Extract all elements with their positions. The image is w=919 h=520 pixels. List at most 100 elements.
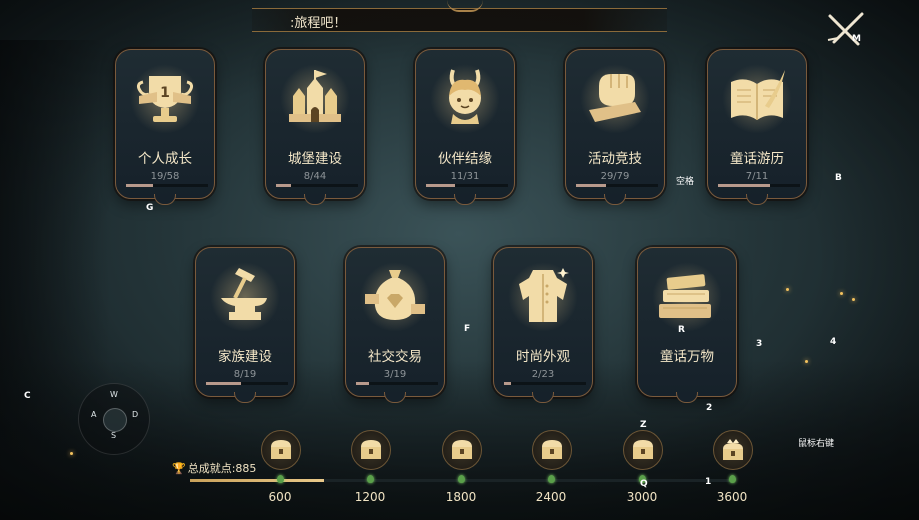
card-progress-fill (276, 184, 291, 187)
total-achievement-points: 🏆 总成就点:885 (172, 460, 256, 476)
card-progress-bar (576, 184, 658, 187)
hotkey-label: Z (640, 420, 647, 430)
firefly (852, 298, 855, 301)
close-hotkey: M (852, 34, 861, 44)
card-progress-fill (504, 382, 512, 385)
card-event-competition[interactable]: 活动竞技 29/79 (565, 49, 665, 205)
card-progress-fill (126, 184, 153, 187)
joystick-knob[interactable] (103, 408, 127, 432)
chest-icon (633, 440, 653, 459)
outfit-icon (519, 268, 569, 322)
milestone-label: 3600 (716, 490, 748, 504)
milestone-gem-icon (548, 475, 555, 483)
card-progress-count: 8/19 (233, 369, 257, 380)
card-social-trade[interactable]: 社交交易 3/19 (345, 247, 445, 403)
milestone-label: 2400 (535, 490, 567, 504)
card-title: 社交交易 (368, 349, 422, 365)
card-progress-bar (504, 382, 586, 385)
close-button[interactable]: M (826, 12, 866, 48)
reward-chest-3600[interactable] (713, 430, 753, 470)
card-title: 活动竞技 (588, 151, 642, 167)
trophy-icon: 1 (136, 76, 194, 122)
milestone-gem-icon (277, 475, 284, 483)
fist-icon (589, 74, 641, 122)
total-points-label: 总成就点:885 (187, 462, 257, 475)
card-title: 个人成长 (138, 151, 192, 167)
firefly (840, 292, 843, 295)
reward-chest-1200[interactable] (351, 430, 391, 470)
hotkey-label: 3 (756, 339, 763, 349)
firefly (805, 360, 808, 363)
card-progress-count: 7/11 (745, 171, 769, 182)
hotkey-label: B (835, 173, 842, 183)
book-icon (731, 70, 785, 120)
hotkey-label: 1 (705, 477, 712, 487)
hotkey-label: 空格 (676, 177, 695, 187)
anvil-icon (221, 268, 267, 320)
reward-chest-1800[interactable] (442, 430, 482, 470)
svg-text:1: 1 (160, 85, 170, 101)
card-progress-count: 3/19 (383, 369, 407, 380)
card-progress-count: 8/44 (303, 171, 327, 182)
milestone-gem-icon (367, 475, 374, 483)
chest-icon (271, 440, 291, 459)
joystick-up-key: W (110, 390, 118, 399)
milestone-label: 600 (268, 490, 292, 504)
card-progress-count: 29/79 (600, 171, 630, 182)
card-castle-building[interactable]: 城堡建设 8/44 (265, 49, 365, 205)
books-stack-icon (659, 274, 711, 318)
hotkey-label: 鼠标右键 (798, 439, 835, 449)
card-progress-count: 11/31 (450, 171, 480, 182)
card-fashion-look[interactable]: 时尚外观 2/23 (493, 247, 593, 403)
card-progress-count: 2/23 (531, 369, 555, 380)
hotkey-label: C (24, 391, 31, 401)
firefly (70, 452, 73, 455)
small-trophy-icon: 🏆 (172, 462, 186, 475)
reward-progress-fill (190, 479, 324, 482)
hotkey-label: R (678, 325, 685, 335)
card-progress-fill (718, 184, 771, 187)
card-family-building[interactable]: 家族建设 8/19 (195, 247, 295, 403)
moneybag-icon (365, 270, 425, 320)
card-progress-fill (206, 382, 241, 385)
chest-icon (452, 440, 472, 459)
card-progress-bar (356, 382, 438, 385)
joystick-down-key: S (111, 431, 117, 440)
milestone-label: 1200 (354, 490, 386, 504)
card-progress-bar (206, 382, 288, 385)
card-progress-fill (426, 184, 456, 187)
card-title: 城堡建设 (288, 151, 342, 167)
chest-icon (542, 440, 562, 459)
card-fairytale-objects[interactable]: 童话万物 R (637, 247, 737, 403)
card-title: 童话游历 (730, 151, 784, 167)
joystick-right-key: D (132, 410, 139, 419)
banner-text: :旅程吧！ (290, 16, 347, 31)
card-progress-bar (276, 184, 358, 187)
reward-chest-2400[interactable] (532, 430, 572, 470)
crown-chest-icon (723, 439, 743, 460)
card-progress-bar (126, 184, 208, 187)
card-progress-fill (356, 382, 369, 385)
firefly (786, 288, 789, 291)
milestone-gem-icon (729, 475, 736, 483)
card-progress-bar (426, 184, 508, 187)
card-progress-count: 19/58 (150, 171, 180, 182)
card-partner-bond[interactable]: 伙伴结缘 11/31 (415, 49, 515, 205)
hotkey-label: 2 (706, 403, 713, 413)
reward-chest-3000[interactable] (623, 430, 663, 470)
joystick-left-key: A (91, 410, 97, 419)
hotkey-label: F (464, 324, 471, 334)
reward-chest-600[interactable] (261, 430, 301, 470)
card-title: 伙伴结缘 (438, 151, 492, 167)
top-banner: :旅程吧！ (252, 8, 667, 32)
card-personal-growth[interactable]: 1 个人成长 19/58 (115, 49, 215, 205)
card-title: 时尚外观 (516, 349, 570, 365)
card-progress-fill (576, 184, 607, 187)
hotkey-label: Q (640, 479, 648, 489)
hotkey-label: 4 (830, 337, 837, 347)
castle-icon (289, 70, 341, 122)
card-fairytale-travel[interactable]: 童话游历 7/11 (707, 49, 807, 205)
movement-joystick[interactable]: W A D S (78, 383, 150, 455)
card-progress-bar (718, 184, 800, 187)
card-title: 童话万物 (660, 349, 714, 365)
